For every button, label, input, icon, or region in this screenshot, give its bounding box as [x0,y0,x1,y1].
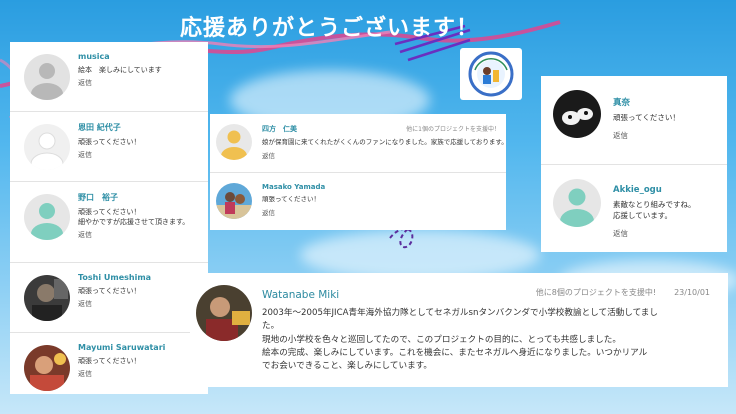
reply-link[interactable]: 返信 [78,230,204,240]
comment-text: 頑張ってください！ [262,195,320,203]
commenter-name: Mayumi Saruwatari [78,343,166,352]
comment-text: 絵本 楽しみにしています [78,66,162,74]
featured-comment: Watanabe Miki 2003年～2005年JICA青年海外協力隊としてセ… [190,273,728,387]
reply-link[interactable]: 返信 [78,78,204,88]
photo-avatar [24,345,70,391]
comment-text: 頑張ってください！ [613,113,680,122]
list-item: 四方 仁美 娘が保育園に来てくれたがくくんのファンになりました。家族で応援してお… [210,114,508,172]
list-item: 野口 裕子 頑張ってください！ 細やかですが応援させて頂きます。 返信 [10,182,208,262]
commenter-name: 野口 裕子 [78,193,118,202]
association-logo-icon [468,51,514,97]
photo-avatar [553,90,601,138]
commenter-name: Akkie_ogu [613,185,662,195]
list-item: Masako Yamada 頑張ってください！ 返信 [210,173,506,231]
comment-text: 頑張ってください！ [78,138,141,146]
list-item: Toshi Umeshima 頑張ってください！ 返信 [10,263,208,332]
commenter-name: musica [78,52,110,61]
comment-text: 頑張ってください！ 細やかですが応援させて頂きます。 [78,208,190,227]
page-title: 応援ありがとうございます！ [180,16,480,41]
list-item: Akkie_ogu 素敵なとり組みですね。 応援しています。 返信 [541,165,727,253]
commenter-name: 真奈 [613,98,631,108]
reply-link[interactable]: 返信 [613,130,721,141]
list-item: 真奈 頑張ってください！ 返信 [541,76,727,164]
commenter-name: Masako Yamada [262,183,326,191]
association-badge [460,48,522,100]
reply-link[interactable]: 返信 [78,150,204,160]
list-item: Watanabe Miki 2003年～2005年JICA青年海外協力隊としてセ… [190,273,728,374]
teal-avatar-icon [24,194,70,240]
list-item: Mayumi Saruwatari 頑張ってください！ 返信 [10,333,208,402]
reply-link[interactable]: 返信 [613,228,721,239]
supporting-count: 他に1個のプロジェクトを支援中！ [406,126,500,133]
comment-text: 頑張ってください！ [78,357,141,365]
list-item: 恩田 紀代子 頑張ってください！ 返信 [10,112,208,181]
photo-avatar [196,285,252,341]
list-item: musica 絵本 楽しみにしています 返信 [10,42,208,111]
reply-link[interactable]: 返信 [78,299,204,309]
teal-avatar-icon [553,179,601,227]
commenter-name: Toshi Umeshima [78,273,152,282]
comment-text: 頑張ってください！ [78,287,141,295]
commenter-name: 恩田 紀代子 [78,123,121,132]
reply-link[interactable]: 返信 [262,207,502,217]
comment-text: 2003年～2005年JICA青年海外協力隊としてセネガルsnタンバクンダで小学… [262,308,658,372]
reply-link[interactable]: 返信 [78,369,204,379]
photo-avatar [216,183,252,219]
comment-text: 素敵なとり組みですね。 応援しています。 [613,200,696,220]
comment-date: 23/10/01 [674,288,710,297]
comment-meta: 他に8個のプロジェクトを支援中! 23/10/01 [536,287,710,298]
yellow-avatar-icon [216,124,252,160]
photo-avatar [24,275,70,321]
comment-list-right: 真奈 頑張ってください！ 返信 Akkie_ogu 素敵なとり組みですね。 応援… [541,76,727,252]
supporting-count: 他に8個のプロジェクトを支援中! [535,288,657,297]
reply-link[interactable]: 返信 [262,150,502,160]
default-avatar-icon [24,54,70,100]
comment-text: 娘が保育園に来てくれたがくくんのファンになりました。家族で応援しております。 [262,138,508,146]
comment-list-middle: 四方 仁美 娘が保育園に来てくれたがくくんのファンになりました。家族で応援してお… [210,114,508,231]
comment-list-left: musica 絵本 楽しみにしています 返信 恩田 紀代子 頑張ってください！ … [10,42,208,394]
default-avatar-icon [24,124,70,170]
